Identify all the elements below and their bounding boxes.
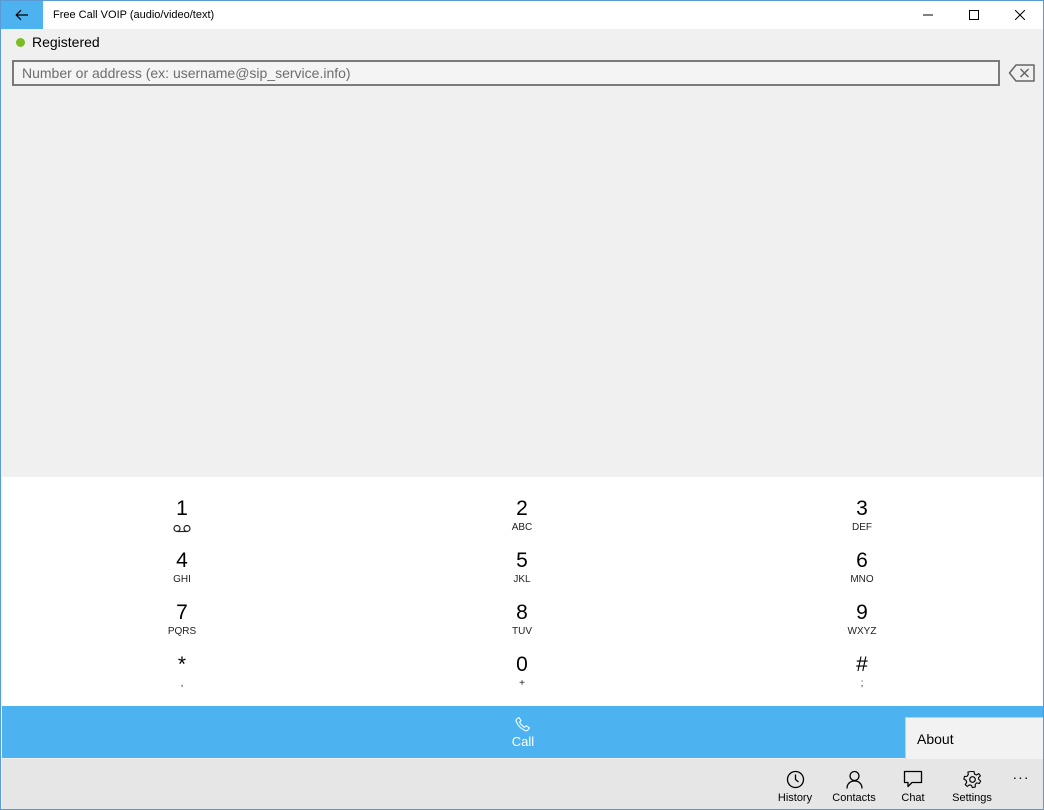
settings-label: Settings bbox=[952, 792, 992, 804]
close-icon bbox=[1015, 10, 1025, 20]
contacts-icon bbox=[845, 770, 863, 789]
dialpad-key-hash[interactable]: # ; bbox=[802, 649, 922, 697]
minimize-icon bbox=[923, 14, 933, 16]
dialpad: 1 2 ABC 3 DEF 4 GHI 5 JKL 6 MNO 7 PQRS 8… bbox=[2, 477, 1043, 706]
maximize-icon bbox=[969, 10, 979, 20]
dialpad-key-8[interactable]: 8 TUV bbox=[462, 597, 582, 645]
backspace-button[interactable] bbox=[1007, 61, 1037, 85]
contacts-label: Contacts bbox=[832, 792, 876, 804]
voicemail-icon bbox=[173, 524, 191, 533]
dialpad-key-star[interactable]: * , bbox=[122, 649, 242, 697]
chat-icon bbox=[903, 770, 923, 788]
window-title: Free Call VOIP (audio/video/text) bbox=[53, 9, 215, 21]
call-label: Call bbox=[511, 733, 535, 749]
dialpad-key-9[interactable]: 9 WXYZ bbox=[802, 597, 922, 645]
status-text: Registered bbox=[32, 34, 100, 50]
maximize-button[interactable] bbox=[951, 1, 997, 29]
call-bar: Call bbox=[2, 706, 1043, 758]
dialpad-key-7[interactable]: 7 PQRS bbox=[122, 597, 242, 645]
settings-button[interactable]: Settings bbox=[944, 761, 1000, 809]
backspace-icon bbox=[1008, 64, 1035, 82]
back-arrow-icon bbox=[15, 9, 28, 21]
call-button[interactable]: Call bbox=[463, 706, 583, 758]
minimize-button[interactable] bbox=[905, 1, 951, 29]
dialpad-key-3[interactable]: 3 DEF bbox=[802, 493, 922, 541]
title-bar: Free Call VOIP (audio/video/text) bbox=[1, 1, 1043, 29]
dialpad-key-0[interactable]: 0 + bbox=[462, 649, 582, 697]
dialpad-key-5[interactable]: 5 JKL bbox=[462, 545, 582, 593]
about-menu-item[interactable]: About bbox=[905, 717, 1043, 759]
history-label: History bbox=[777, 792, 813, 804]
more-button[interactable]: ··· bbox=[1006, 767, 1036, 787]
history-icon bbox=[786, 770, 804, 789]
contacts-button[interactable]: Contacts bbox=[826, 761, 882, 809]
back-button[interactable] bbox=[1, 1, 43, 29]
chat-label: Chat bbox=[901, 792, 925, 804]
phone-icon bbox=[515, 716, 530, 731]
about-label: About bbox=[917, 730, 954, 747]
dialpad-key-6[interactable]: 6 MNO bbox=[802, 545, 922, 593]
app-bar: History Contacts Chat Settings ··· bbox=[2, 759, 1043, 809]
history-button[interactable]: History bbox=[767, 761, 823, 809]
gear-icon bbox=[962, 770, 981, 789]
dialpad-key-1[interactable]: 1 bbox=[122, 493, 242, 541]
registration-status: Registered bbox=[16, 34, 100, 50]
dialpad-key-2[interactable]: 2 ABC bbox=[462, 493, 582, 541]
address-input[interactable] bbox=[12, 60, 1000, 86]
status-indicator bbox=[16, 37, 25, 47]
app-window: Free Call VOIP (audio/video/text) Regist… bbox=[0, 0, 1044, 810]
close-button[interactable] bbox=[997, 1, 1043, 29]
dialpad-key-4[interactable]: 4 GHI bbox=[122, 545, 242, 593]
window-controls bbox=[905, 1, 1043, 29]
chat-button[interactable]: Chat bbox=[885, 761, 941, 809]
